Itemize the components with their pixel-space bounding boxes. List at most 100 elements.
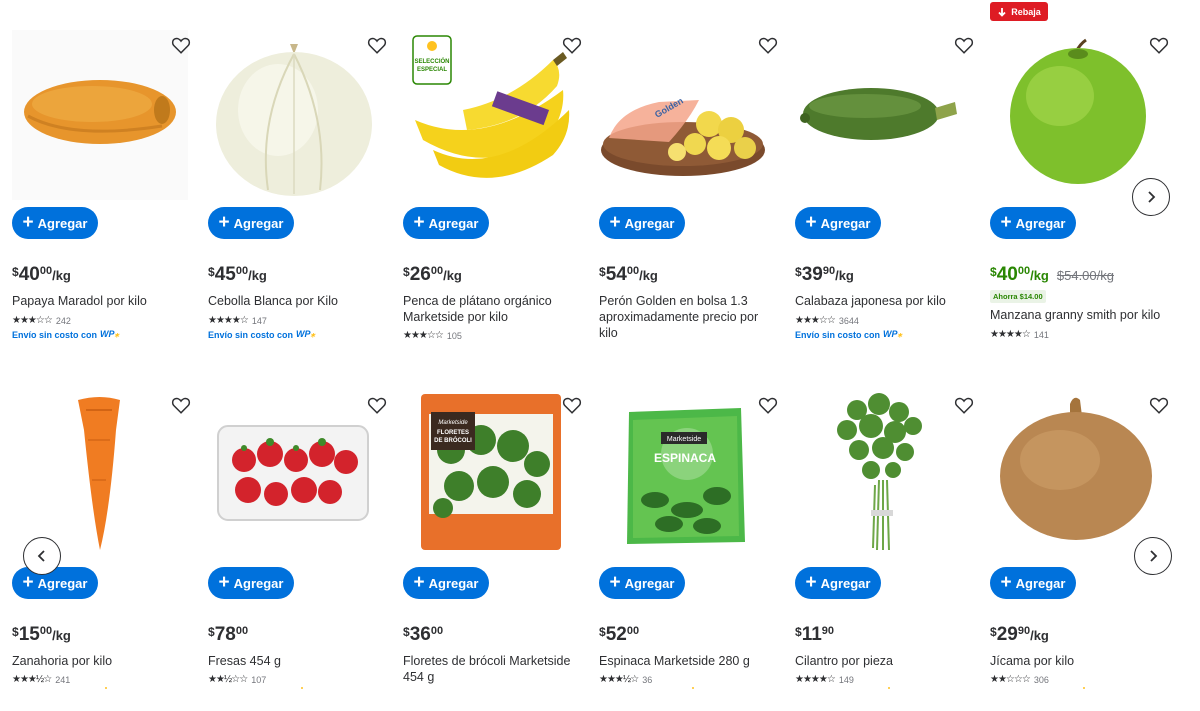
stars-icon: ★★★☆☆ (403, 331, 444, 340)
svg-text:DE BRÓCOLI: DE BRÓCOLI (434, 436, 472, 444)
carousel-next-button[interactable] (1134, 537, 1172, 575)
price: $54 00/kg (599, 264, 658, 285)
add-to-cart-button[interactable]: + Agregar (990, 567, 1076, 599)
product-image-spinach[interactable]: Marketside ESPINACA (599, 390, 775, 560)
favorite-heart-icon[interactable] (170, 394, 192, 416)
price: $52 00 (599, 624, 640, 645)
favorite-heart-icon[interactable] (561, 394, 583, 416)
product-image-broccoli[interactable]: Marketside FLORETES DE BRÓCOLI (403, 390, 579, 560)
product-name[interactable]: Cebolla Blanca por Kilo (208, 293, 388, 309)
carousel-prev-button[interactable] (23, 537, 61, 575)
product-name[interactable]: Zanahoria por kilo (12, 653, 192, 669)
product-name[interactable]: Espinaca Marketside 280 g (599, 653, 779, 669)
stars-icon: ★★★★☆ (795, 674, 836, 685)
favorite-heart-icon[interactable] (953, 394, 975, 416)
svg-text:FLORETES: FLORETES (437, 430, 469, 436)
product-card-green-apple[interactable]: + Agregar $40 00/kg $54.00/kg Ahorra $14.00… (990, 0, 1180, 340)
price: $26 00/kg (403, 264, 462, 285)
rating: ★★★☆☆ 3644 (795, 315, 859, 326)
plus-icon: + (805, 571, 817, 593)
product-name[interactable]: Jícama por kilo (990, 653, 1170, 669)
plus-icon: + (218, 571, 230, 593)
product-card-jicama[interactable]: + Agregar $29 90/kg Jícama por kilo ★★☆☆☆ 3… (990, 360, 1180, 700)
favorite-heart-icon[interactable] (1148, 394, 1170, 416)
favorite-heart-icon[interactable] (1148, 34, 1170, 56)
rating: ★★★☆☆ 242 (12, 315, 71, 326)
product-name[interactable]: Floretes de brócoli Marketside 454 g (403, 653, 583, 685)
favorite-heart-icon[interactable] (561, 34, 583, 56)
product-image-banana[interactable]: SELECCIÓN ESPECIAL (403, 30, 579, 200)
add-to-cart-button[interactable]: + Agregar (12, 207, 98, 239)
add-to-cart-button[interactable]: + Agregar (795, 567, 881, 599)
chevron-right-icon (1148, 191, 1156, 203)
product-card-papaya[interactable]: + Agregar $40 00/kg Papaya Maradol por kil… (12, 0, 202, 340)
product-name[interactable]: Perón Golden en bolsa 1.3 aproximadament… (599, 293, 769, 341)
favorite-heart-icon[interactable] (170, 34, 192, 56)
add-to-cart-button[interactable]: + Agregar (599, 567, 685, 599)
product-name[interactable]: Penca de plátano orgánico Marketside por… (403, 293, 583, 325)
stars-icon: ★★★½☆ (599, 674, 639, 685)
product-image-zucchini[interactable] (795, 30, 971, 200)
product-image-cilantro[interactable] (795, 390, 971, 560)
product-row-1: + Agregar $40 00/kg Papaya Maradol por kil… (0, 0, 1200, 350)
product-card-onion[interactable]: + Agregar $45 00/kg Cebolla Blanca por Kil… (208, 0, 398, 340)
rating: ★★★★☆ 141 (990, 329, 1049, 340)
price: $39 90/kg (795, 264, 854, 285)
product-card-spinach[interactable]: Marketside ESPINACA + Agregar $52 00 Espin… (599, 360, 789, 700)
product-card-strawberries[interactable]: + Agregar $78 00 Fresas 454 g ★★½☆☆ 107 (208, 360, 398, 700)
product-card-carrot[interactable]: + Agregar $15 00/kg Zanahoria por kilo ★★★… (12, 360, 202, 700)
plus-icon: + (413, 571, 425, 593)
decorative-dot (301, 687, 303, 689)
favorite-heart-icon[interactable] (757, 394, 779, 416)
product-card-cilantro[interactable]: + Agregar $11 90 Cilantro por pieza ★★★★☆ 1… (795, 360, 985, 700)
decorative-dot (888, 687, 890, 689)
product-image-papaya[interactable] (12, 30, 188, 200)
decorative-dot (105, 687, 107, 689)
product-image-golden-apple[interactable]: Golden (599, 30, 775, 200)
add-to-cart-button[interactable]: + Agregar (208, 567, 294, 599)
product-card-broccoli[interactable]: Marketside FLORETES DE BRÓCOLI + Agregar … (403, 360, 593, 700)
rating: ★★★½☆ 36 (599, 674, 653, 685)
add-to-cart-button[interactable]: + Agregar (403, 207, 489, 239)
product-image-onion[interactable] (208, 30, 384, 200)
product-name[interactable]: Cilantro por pieza (795, 653, 975, 669)
price: $29 90/kg (990, 624, 1049, 645)
product-image-green-apple[interactable] (990, 30, 1166, 200)
product-image-jicama[interactable] (990, 390, 1166, 560)
free-shipping-note: Envío sin costo con WP⁎ (795, 329, 903, 340)
product-card-banana[interactable]: SELECCIÓN ESPECIAL + Agregar $26 00/kg Pen… (403, 0, 593, 340)
sale-price: $40 00/kg $54.00/kg (990, 264, 1114, 285)
product-name[interactable]: Fresas 454 g (208, 653, 388, 669)
rating: ★★★☆☆ 105 (403, 331, 462, 340)
product-name[interactable]: Manzana granny smith por kilo (990, 307, 1170, 323)
add-to-cart-button[interactable]: + Agregar (599, 207, 685, 239)
product-card-zucchini[interactable]: + Agregar $39 90/kg Calabaza japonesa por … (795, 0, 985, 340)
plus-icon: + (609, 211, 621, 233)
plus-icon: + (1000, 571, 1012, 593)
add-to-cart-button[interactable]: + Agregar (208, 207, 294, 239)
price: $45 00/kg (208, 264, 267, 285)
walmart-plus-icon: WP⁎ (100, 329, 120, 339)
product-name[interactable]: Calabaza japonesa por kilo (795, 293, 975, 309)
product-name[interactable]: Papaya Maradol por kilo (12, 293, 192, 309)
savings-badge: Ahorra $14.00 (990, 290, 1046, 303)
add-to-cart-button[interactable]: + Agregar (403, 567, 489, 599)
was-price: $54.00/kg (1056, 268, 1114, 283)
product-image-carrot[interactable] (12, 390, 188, 560)
product-card-golden-apple[interactable]: Golden + Agregar $54 00/kg Perón Golden en… (599, 0, 789, 340)
add-to-cart-button[interactable]: + Agregar (795, 207, 881, 239)
product-image-strawberries[interactable] (208, 390, 384, 560)
favorite-heart-icon[interactable] (953, 34, 975, 56)
favorite-heart-icon[interactable] (366, 34, 388, 56)
free-shipping-note: Envío sin costo con WP⁎ (208, 329, 316, 340)
stars-icon: ★★☆☆☆ (990, 674, 1031, 685)
add-to-cart-button[interactable]: + Agregar (990, 207, 1076, 239)
favorite-heart-icon[interactable] (366, 394, 388, 416)
plus-icon: + (609, 571, 621, 593)
carousel-next-button[interactable] (1132, 178, 1170, 216)
favorite-heart-icon[interactable] (757, 34, 779, 56)
stars-icon: ★★★★☆ (208, 315, 249, 326)
down-arrow-icon (998, 7, 1006, 17)
sale-badge: Rebaja (990, 2, 1048, 21)
add-to-cart-button[interactable]: + Agregar (12, 567, 98, 599)
